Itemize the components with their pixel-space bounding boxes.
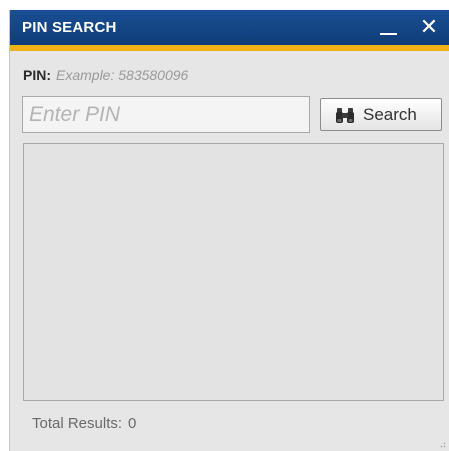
title-bar[interactable]: PIN SEARCH ✕ [10, 10, 449, 45]
pin-input[interactable] [22, 96, 310, 133]
pin-hint-row: PIN: Example: 583580096 [23, 67, 188, 83]
total-results-count: 0 [128, 415, 137, 432]
pin-label: PIN: [23, 67, 51, 83]
close-button[interactable]: ✕ [415, 14, 443, 40]
results-list[interactable] [23, 143, 444, 401]
pin-example-hint: Example: 583580096 [56, 67, 189, 83]
binoculars-icon [336, 107, 354, 123]
search-button[interactable]: Search [320, 98, 442, 131]
pin-search-window: PIN SEARCH ✕ PIN: Example: 583580096 Sear… [9, 10, 449, 451]
title-accent-stripe [10, 45, 449, 51]
resize-grip-icon[interactable] [438, 440, 446, 448]
search-button-label: Search [363, 104, 417, 124]
total-results: Total Results: 0 [32, 415, 136, 432]
window-title: PIN SEARCH [22, 19, 117, 36]
minimize-button[interactable] [374, 16, 402, 40]
total-results-label: Total Results: [32, 415, 123, 432]
